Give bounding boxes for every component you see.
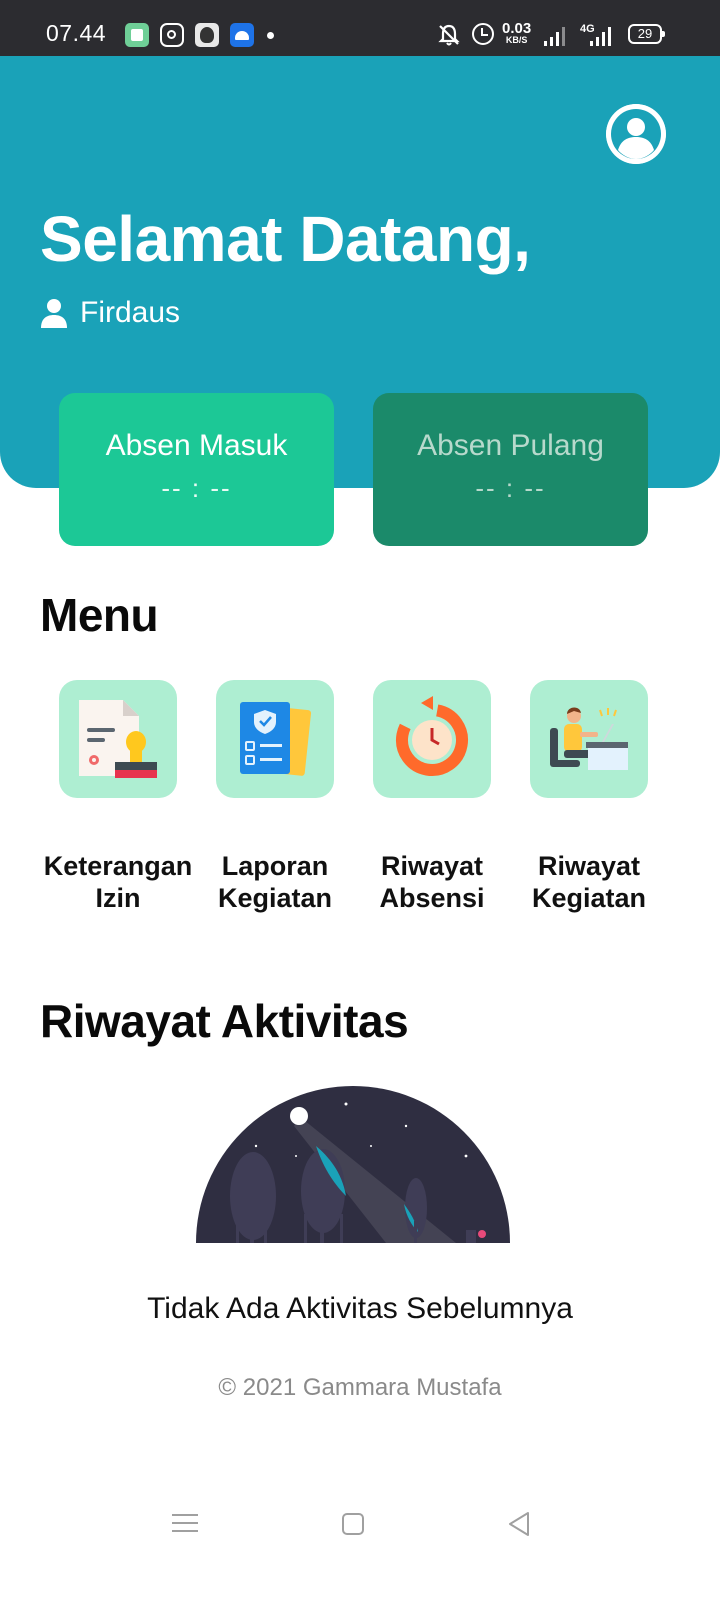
person-icon: [41, 299, 67, 328]
mute-bell-icon: [438, 24, 460, 46]
username: Firdaus: [80, 296, 181, 329]
menu-item-label: Keterangan Izin: [43, 851, 193, 913]
menu-item-label: Riwayat Absensi: [379, 851, 485, 913]
menu-item-laporan-kegiatan[interactable]: Laporan Kegiatan: [197, 680, 353, 914]
alarm-icon: [472, 23, 494, 45]
check-in-label: Absen Masuk: [105, 429, 288, 462]
status-bar: 07.44 0.03 KB/S 4G 29: [0, 0, 720, 56]
check-out-label: Absen Pulang: [417, 429, 604, 462]
activity-history-title: Riwayat Aktivitas: [40, 995, 409, 1047]
network-speed: 0.03 KB/S: [502, 21, 531, 45]
menu-item-riwayat-kegiatan[interactable]: Riwayat Kegiatan: [511, 680, 667, 914]
check-out-button[interactable]: Absen Pulang -- : --: [373, 393, 648, 546]
system-navigation-bar: [0, 1490, 720, 1600]
permit-document-stamp-icon: [59, 680, 177, 798]
instagram-icon: [160, 23, 184, 47]
account-circle-icon[interactable]: [606, 104, 666, 164]
check-in-time: -- : --: [161, 473, 232, 503]
report-checklist-icon: [216, 680, 334, 798]
profile-avatar-graphic: [606, 104, 666, 164]
menu-item-keterangan-izin[interactable]: Keterangan Izin: [40, 680, 196, 914]
welcome-title: Selamat Datang,: [40, 203, 531, 275]
empty-state-text: Tidak Ada Aktivitas Sebelumnya: [147, 1292, 573, 1325]
status-time: 07.44: [46, 20, 107, 46]
attendance-history-clock-icon: [373, 680, 491, 798]
battery-icon: 29: [628, 24, 665, 44]
footer-copyright: © 2021 Gammara Mustafa: [218, 1374, 502, 1401]
net-speed-value: 0.03: [502, 20, 532, 37]
recent-apps-icon[interactable]: [172, 1512, 198, 1534]
check-in-button[interactable]: Absen Masuk -- : --: [59, 393, 334, 546]
signal-icon: [544, 26, 568, 46]
person-working-desk-icon: [530, 680, 648, 798]
app-notification-icon: [125, 23, 149, 47]
net-speed-unit: KB/S: [505, 35, 528, 45]
menu-title: Menu: [40, 589, 159, 641]
notification-dot-icon: [267, 32, 274, 39]
android-icon: [230, 23, 254, 47]
back-icon[interactable]: [506, 1510, 534, 1538]
menu-item-riwayat-absensi[interactable]: Riwayat Absensi: [354, 680, 510, 914]
menu-item-label: Riwayat Kegiatan: [531, 851, 647, 913]
menu-item-label: Laporan Kegiatan: [217, 851, 333, 913]
signal-4g-icon: [590, 26, 614, 46]
app-notification-icon: [195, 23, 219, 47]
home-icon[interactable]: [342, 1513, 364, 1535]
night-forest-illustration: [196, 1086, 510, 1243]
check-out-time: -- : --: [475, 473, 546, 503]
